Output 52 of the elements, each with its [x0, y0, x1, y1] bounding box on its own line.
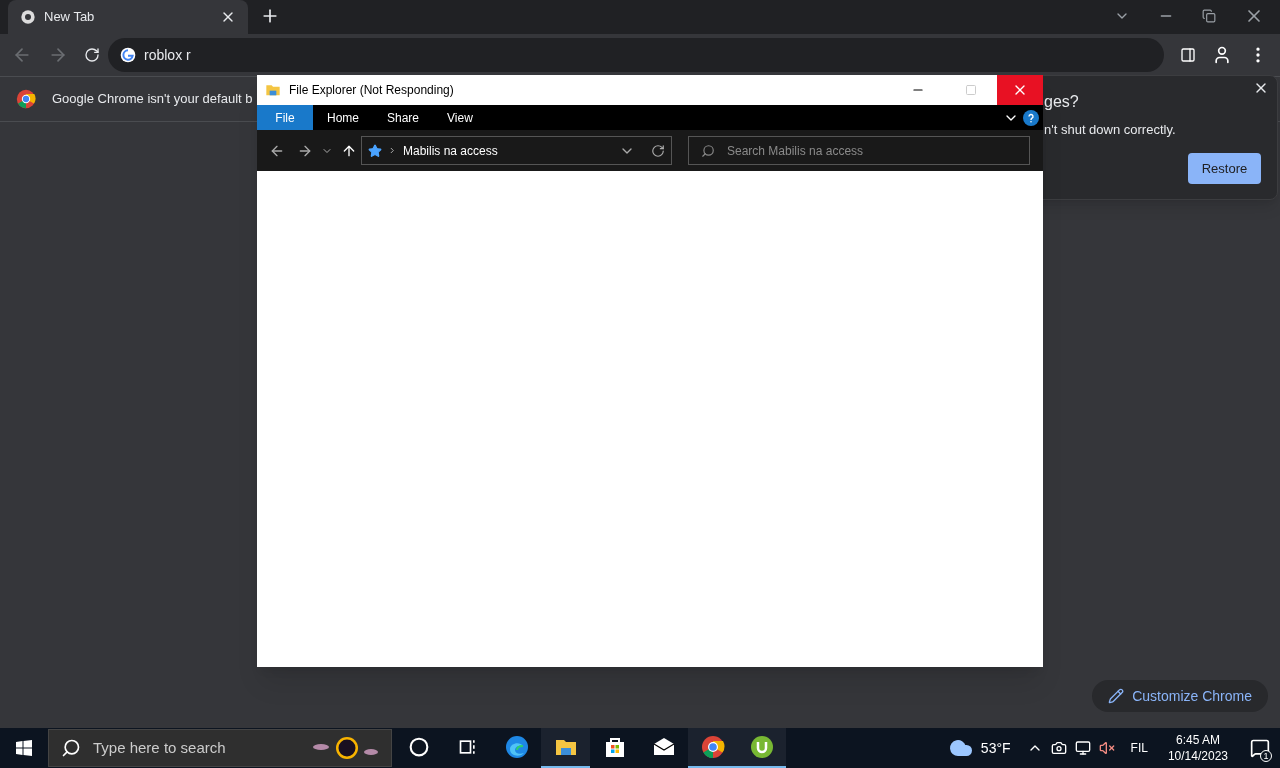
restore-button[interactable]: Restore	[1188, 153, 1261, 184]
help-icon[interactable]	[1023, 109, 1039, 126]
side-panel-icon[interactable]	[1180, 47, 1196, 63]
notification-count: 1	[1260, 750, 1272, 762]
windows-icon	[16, 740, 32, 756]
reload-icon[interactable]	[84, 47, 100, 63]
ribbon-tab[interactable]: Share	[373, 105, 434, 130]
camera-icon[interactable]	[1050, 740, 1067, 756]
edge-icon	[504, 735, 529, 759]
restore-icon[interactable]	[1202, 9, 1216, 23]
taskbar-app[interactable]	[541, 728, 590, 768]
window-title: File Explorer (Not Responding)	[289, 82, 455, 99]
search-placeholder: Search Mabilis na access	[727, 142, 864, 160]
notification-icon	[1250, 738, 1270, 758]
muted-speaker-icon[interactable]	[1098, 740, 1115, 756]
clock-date: 10/14/2023	[1167, 748, 1228, 764]
clock-time: 6:45 AM	[1175, 732, 1220, 748]
taskbar-search-field[interactable]: Type here to search	[48, 729, 392, 767]
address-text: Mabilis na access	[403, 142, 499, 160]
search-icon	[61, 738, 81, 758]
folder-icon	[265, 82, 281, 98]
address-field[interactable]: Mabilis na access	[361, 136, 672, 165]
tab-title: New Tab	[44, 8, 96, 27]
weather-temperature[interactable]: 53°F	[980, 737, 1011, 759]
refresh-icon[interactable]	[651, 143, 665, 158]
popup-title: ges?	[1044, 92, 1079, 112]
address-text: roblox r	[144, 45, 191, 65]
search-icon	[701, 143, 715, 158]
profile-icon[interactable]	[1212, 45, 1232, 65]
google-icon	[120, 47, 136, 63]
utorrent-icon	[749, 735, 774, 759]
browser-tab[interactable]: New Tab	[8, 0, 248, 34]
address-bar[interactable]: roblox r	[108, 38, 1164, 72]
pencil-icon	[1108, 688, 1125, 704]
ribbon-tab[interactable]: Home	[313, 105, 373, 130]
notification-button[interactable]: 1	[1240, 728, 1280, 768]
star-icon	[368, 143, 382, 158]
search-placeholder: Type here to search	[93, 737, 227, 758]
ribbon-tab[interactable]: View	[433, 105, 487, 130]
search-field[interactable]: Search Mabilis na access	[688, 136, 1030, 165]
chevron-right-icon	[390, 147, 395, 154]
ribbon-tab[interactable]: File	[257, 105, 313, 130]
circle-icon	[408, 737, 429, 757]
infobar-message: Google Chrome isn't your default b	[52, 90, 253, 109]
popup-message: n't shut down correctly.	[1044, 121, 1176, 139]
network-icon[interactable]	[1074, 740, 1091, 756]
clock[interactable]: 6:45 AM 10/14/2023	[1167, 732, 1228, 764]
task-view-icon	[457, 737, 478, 757]
customize-chrome-button[interactable]: Customize Chrome	[1092, 680, 1268, 712]
taskbar-app[interactable]	[688, 728, 737, 768]
taskbar-app[interactable]	[737, 728, 786, 768]
language-indicator[interactable]: FIL	[1130, 739, 1148, 757]
